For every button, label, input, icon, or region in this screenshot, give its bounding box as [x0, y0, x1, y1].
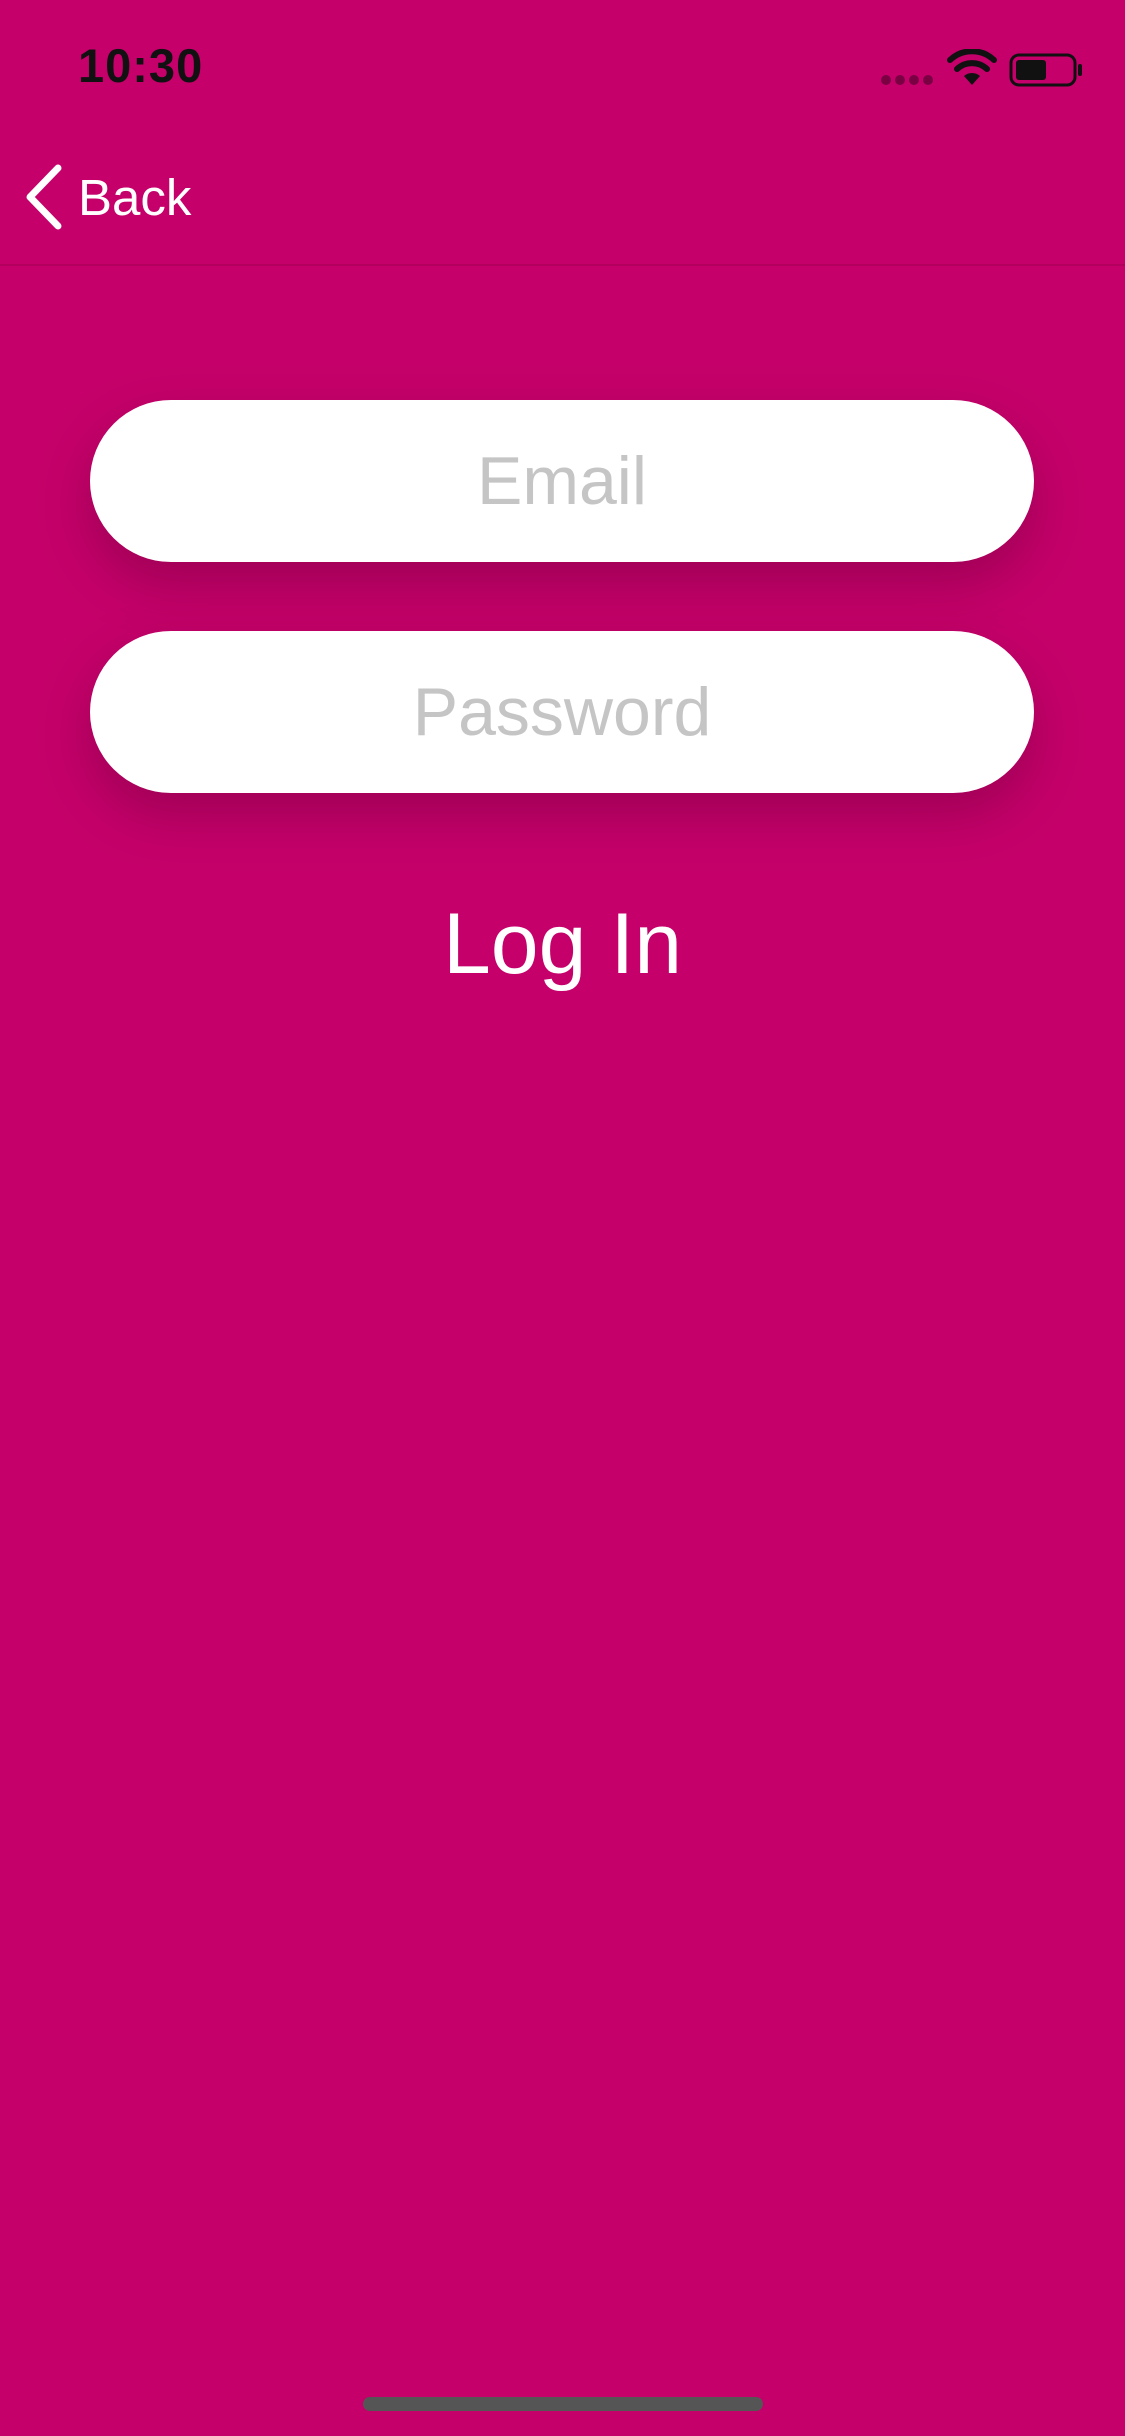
back-button[interactable]: Back	[24, 162, 191, 232]
email-field[interactable]	[90, 400, 1034, 562]
wifi-icon	[947, 49, 997, 85]
login-button[interactable]: Log In	[0, 895, 1125, 994]
back-label: Back	[78, 168, 192, 226]
email-field-container	[90, 400, 1034, 562]
chevron-left-icon	[26, 164, 62, 230]
home-indicator	[363, 2397, 763, 2411]
status-time: 10:30	[78, 39, 204, 92]
status-bar: 10:30	[0, 0, 1125, 132]
password-field-container	[90, 631, 1034, 793]
navigation-bar: Back	[0, 132, 1125, 266]
battery-icon	[1009, 53, 1082, 87]
password-field[interactable]	[90, 631, 1034, 793]
cellular-signal-icon	[881, 75, 933, 85]
